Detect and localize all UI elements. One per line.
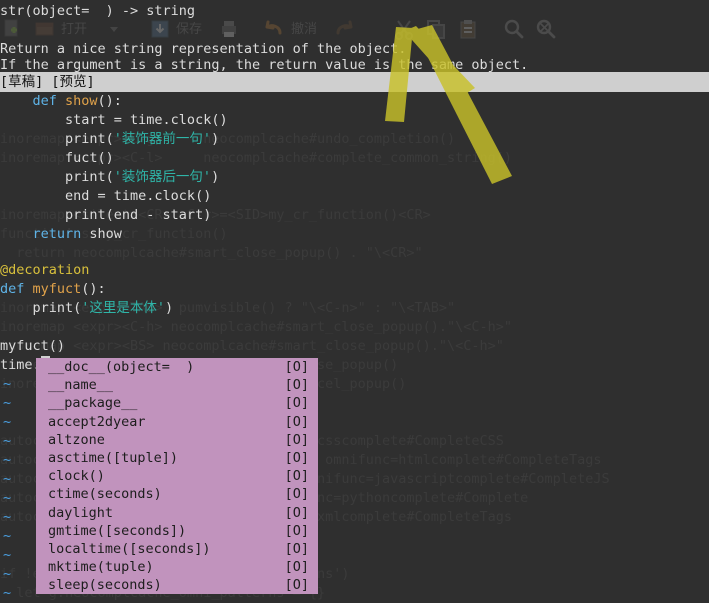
empty-line-marker: ~ <box>3 566 12 582</box>
code-token-plain: print( <box>0 300 82 316</box>
code-line[interactable]: return show <box>0 225 122 244</box>
completion-item-kind: [O] <box>284 486 309 503</box>
completion-item-kind: [O] <box>284 577 309 594</box>
completion-item-label: __package__ <box>48 395 138 412</box>
completion-item-kind: [O] <box>284 540 309 557</box>
code-token-plain: print(end - start) <box>0 207 212 223</box>
completion-item[interactable]: asctime([tuple]) [O] <box>36 449 318 467</box>
completion-item-label: sleep(seconds) <box>48 577 162 594</box>
code-line[interactable] <box>0 318 8 337</box>
empty-line-marker: ~ <box>3 414 12 430</box>
empty-line-marker: ~ <box>3 433 12 449</box>
empty-line-marker: ~ <box>3 528 12 544</box>
code-token-str: '这里是本体' <box>81 300 166 316</box>
code-token-plain: (): <box>81 281 106 297</box>
completion-item-kind: [O] <box>284 449 309 466</box>
completion-item[interactable]: clock() [O] <box>36 467 318 485</box>
code-token-plain: ) <box>211 169 220 185</box>
completion-item[interactable]: __doc__(object= ) [O] <box>36 358 318 376</box>
completion-item-label: mktime(tuple) <box>48 559 154 576</box>
empty-line-marker: ~ <box>3 471 12 487</box>
code-token-plain: ) <box>165 300 174 316</box>
completion-item[interactable]: localtime([seconds]) [O] <box>36 540 318 558</box>
code-token-plain: print( <box>0 131 114 147</box>
preview-status-bar[interactable]: [草稿] [预览] <box>0 72 709 92</box>
completion-item-label: accept2dyear <box>48 413 146 430</box>
completion-item-label: __doc__(object= ) <box>48 359 195 375</box>
code-line[interactable]: print(end - start) <box>0 206 211 225</box>
completion-item-kind: [O] <box>284 395 309 412</box>
completion-item-kind: [O] <box>284 468 309 485</box>
completion-item-label: asctime([tuple]) <box>48 449 179 466</box>
code-line[interactable]: myfuct() <box>0 337 65 356</box>
code-line[interactable]: def show(): <box>0 92 122 111</box>
code-token-plain: end = time.clock() <box>0 188 212 204</box>
completion-item[interactable]: accept2dyear [O] <box>36 413 318 431</box>
code-line[interactable]: @decoration <box>0 261 89 280</box>
code-token-kw: def <box>0 281 33 297</box>
completion-item[interactable]: __name__ [O] <box>36 376 318 394</box>
code-line[interactable]: print('这里是本体') <box>0 299 174 318</box>
empty-line-marker: ~ <box>3 452 12 468</box>
completion-item-label: altzone <box>48 431 105 448</box>
empty-line-marker: ~ <box>3 509 12 525</box>
code-line[interactable]: fuct() <box>0 149 114 168</box>
code-token-deco: @decoration <box>0 262 90 278</box>
code-line[interactable]: print('装饰器后一句') <box>0 168 219 187</box>
code-token-plain: print( <box>0 169 114 185</box>
code-token-fn: show <box>65 93 98 109</box>
code-token-str: '装饰器后一句' <box>113 169 212 185</box>
completion-item-kind: [O] <box>284 377 309 394</box>
completion-item[interactable]: altzone [O] <box>36 431 318 449</box>
code-token-plain: myfuct() <box>0 338 66 354</box>
empty-line-marker: ~ <box>3 585 12 601</box>
code-line[interactable]: def myfuct(): <box>0 280 106 299</box>
completion-item[interactable]: mktime(tuple) [O] <box>36 558 318 576</box>
completion-item[interactable]: ctime(seconds) [O] <box>36 485 318 503</box>
completion-item-label: localtime([seconds]) <box>48 540 211 557</box>
completion-item[interactable]: __package__ [O] <box>36 394 318 412</box>
code-line[interactable]: start = time.clock() <box>0 111 228 130</box>
code-line[interactable]: print('装饰器前一句') <box>0 130 219 149</box>
completion-item[interactable]: gmtime([seconds]) [O] <box>36 522 318 540</box>
completion-item-label: daylight <box>48 504 114 521</box>
completion-item-kind: [O] <box>284 359 309 375</box>
completion-item[interactable]: daylight [O] <box>36 504 318 522</box>
code-line[interactable]: end = time.clock() <box>0 187 211 206</box>
empty-line-marker: ~ <box>3 547 12 563</box>
empty-line-marker: ~ <box>3 395 12 411</box>
empty-line-marker: ~ <box>3 376 12 392</box>
cursor-line-text: time. <box>0 357 41 373</box>
completion-item-label: gmtime([seconds]) <box>48 522 187 539</box>
code-token-plain: (): <box>97 93 122 109</box>
code-token-kw: def <box>32 93 66 109</box>
empty-line-marker: ~ <box>3 490 12 506</box>
completion-item[interactable]: sleep(seconds) [O] <box>36 576 318 594</box>
code-token-kw: return <box>32 226 82 242</box>
completion-item-kind: [O] <box>284 559 309 576</box>
completion-popup[interactable]: __doc__(object= ) [O] __name__ [O] __package… <box>36 358 318 595</box>
completion-item-kind: [O] <box>284 413 309 430</box>
completion-item-label: __name__ <box>48 377 114 394</box>
completion-item-kind: [O] <box>284 504 309 521</box>
code-token-plain: start = time.clock() <box>0 112 228 128</box>
code-token-fn: myfuct <box>32 281 82 297</box>
completion-item-label: clock() <box>48 468 105 485</box>
completion-item-label: ctime(seconds) <box>48 486 162 503</box>
docstring-signature: str(object= ) -> string <box>0 3 196 19</box>
completion-item-kind: [O] <box>284 431 309 448</box>
code-token-plain: show <box>81 226 122 242</box>
code-token-str: '装饰器前一句' <box>113 131 212 147</box>
code-token-plain: ) <box>211 131 220 147</box>
completion-item-kind: [O] <box>284 522 309 539</box>
code-token-plain: fuct() <box>0 150 114 166</box>
